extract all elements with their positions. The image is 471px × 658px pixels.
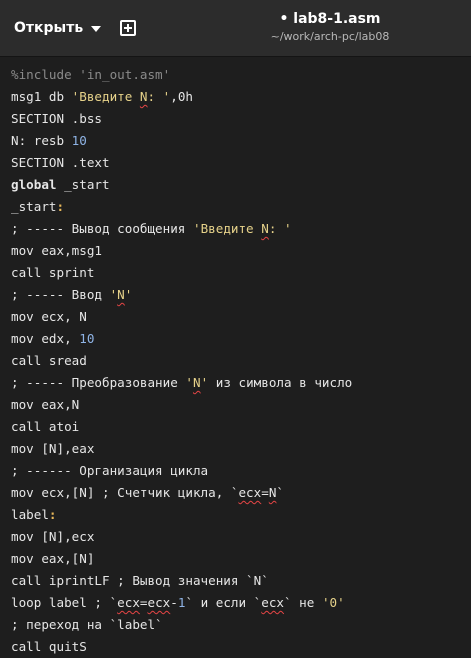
chevron-down-icon — [91, 26, 102, 32]
header-bar: Открыть • lab8-1.asm ~/work/arch-pc/lab0… — [0, 0, 471, 56]
code-token: label — [11, 507, 49, 522]
code-token: - — [170, 595, 178, 610]
document-path: ~/work/arch-pc/lab08 — [270, 30, 390, 43]
code-line-4: N: resb 10 — [11, 130, 87, 152]
code-line-8: ; ----- Вывод сообщения 'Введите N: ' — [11, 218, 292, 240]
open-button[interactable]: Открыть — [6, 13, 109, 43]
code-token: ; ----- Ввод — [11, 287, 110, 302]
code-line-19: ; ------ Организация цикла — [11, 460, 208, 482]
code-token: из символа в число — [208, 375, 353, 390]
code-line-9: mov eax,msg1 — [11, 240, 102, 262]
code-token: call quitS — [11, 639, 87, 654]
new-tab-button[interactable] — [113, 13, 143, 43]
code-editor[interactable]: %include 'in_out.asm' msg1 db 'Введите N… — [0, 57, 471, 655]
code-line-20: mov ecx,[N] ; Счетчик цикла, `ecx=N` — [11, 482, 284, 504]
code-token: N — [192, 375, 201, 390]
code-token: : — [56, 199, 65, 214]
code-token: = — [261, 485, 269, 500]
code-token: : — [48, 507, 57, 522]
code-token: mov [N],ecx — [11, 529, 95, 544]
code-token: 'Введите — [192, 221, 262, 236]
code-token: mov eax,[N] — [11, 551, 95, 566]
code-token: N — [139, 89, 148, 104]
code-token: mov ecx, N — [11, 309, 87, 324]
document-title: • lab8-1.asm — [279, 11, 381, 27]
code-token: ; ----- Вывод сообщения — [11, 221, 193, 236]
code-token: call atoi — [11, 419, 80, 434]
code-token: = — [139, 595, 148, 610]
code-line-10: call sprint — [11, 262, 94, 284]
code-token: _start — [56, 177, 110, 192]
code-line-1: %include 'in_out.asm' — [11, 64, 170, 86]
code-token: ; ----- Преобразование — [11, 375, 186, 390]
code-token: SECTION .bss — [11, 111, 102, 126]
code-token: _start — [11, 199, 57, 214]
code-line-6: global _start — [11, 174, 110, 196]
code-token: 'Введите — [71, 89, 140, 104]
code-token: ecx — [261, 595, 285, 610]
code-line-14: call sread — [11, 350, 87, 372]
code-line-5: SECTION .text — [11, 152, 110, 174]
code-token: ' — [185, 375, 193, 390]
code-token: : ' — [268, 221, 292, 236]
code-token: call iprintLF ; Вывод значения `N` — [11, 573, 269, 588]
code-token: ` — [276, 485, 284, 500]
code-line-12: mov ecx, N — [11, 306, 87, 328]
code-line-13: mov edx, 10 — [11, 328, 94, 350]
code-token: call sprint — [11, 265, 95, 280]
code-line-11: ; ----- Ввод 'N' — [11, 284, 132, 306]
code-token: N — [11, 133, 19, 148]
code-line-18: mov [N],eax — [11, 438, 94, 460]
code-token: ; переход на `label` — [11, 617, 163, 632]
code-token: ' — [124, 287, 133, 302]
code-token: mov eax,N — [11, 397, 80, 412]
code-line-26: ; переход на `label` — [11, 614, 163, 636]
code-token: msg1 db — [11, 89, 72, 104]
code-line-25: loop label ; `ecx=ecx-1` и если `ecx` не… — [11, 592, 345, 614]
code-line-3: SECTION .bss — [11, 108, 102, 130]
code-token: %include 'in_out.asm' — [11, 67, 171, 82]
code-token: : resb — [18, 133, 72, 148]
open-button-label: Открыть — [14, 20, 84, 36]
code-line-23: mov eax,[N] — [11, 548, 94, 570]
code-line-2: msg1 db 'Введите N: ',0h — [11, 86, 193, 108]
window-title-area: • lab8-1.asm ~/work/arch-pc/lab08 — [230, 10, 430, 45]
code-token: N — [117, 287, 125, 302]
code-token: : ' — [147, 89, 171, 104]
code-token: ecx — [238, 485, 262, 500]
code-token: ; ------ Организация цикла — [11, 463, 209, 478]
code-token: mov ecx,[N] ; Счетчик цикла, ` — [11, 485, 239, 500]
code-token: loop label ; ` — [11, 595, 118, 610]
code-line-16: mov eax,N — [11, 394, 79, 416]
code-token: call sread — [11, 353, 87, 368]
code-token: 10 — [79, 331, 95, 346]
code-token: ` не — [284, 595, 322, 610]
code-token: mov eax,msg1 — [11, 243, 102, 258]
code-token: ecx — [117, 595, 140, 610]
code-line-15: ; ----- Преобразование 'N' из символа в … — [11, 372, 352, 394]
code-token: ,0h — [170, 89, 194, 104]
code-token: ecx — [147, 595, 171, 610]
code-token: N — [261, 221, 269, 236]
code-token: global — [11, 177, 57, 192]
code-line-22: mov [N],ecx — [11, 526, 94, 548]
code-line-17: call atoi — [11, 416, 79, 438]
code-line-7: _start: — [11, 196, 64, 218]
code-line-24: call iprintLF ; Вывод значения `N` — [11, 570, 269, 592]
code-token: mov [N],eax — [11, 441, 95, 456]
code-token: mov edx, — [11, 331, 80, 346]
code-token: ` и если ` — [185, 595, 262, 610]
code-token: 10 — [71, 133, 87, 148]
code-token: SECTION .text — [11, 155, 110, 170]
new-tab-icon — [120, 20, 136, 36]
code-token: '0' — [321, 595, 345, 610]
code-line-21: label: — [11, 504, 57, 526]
